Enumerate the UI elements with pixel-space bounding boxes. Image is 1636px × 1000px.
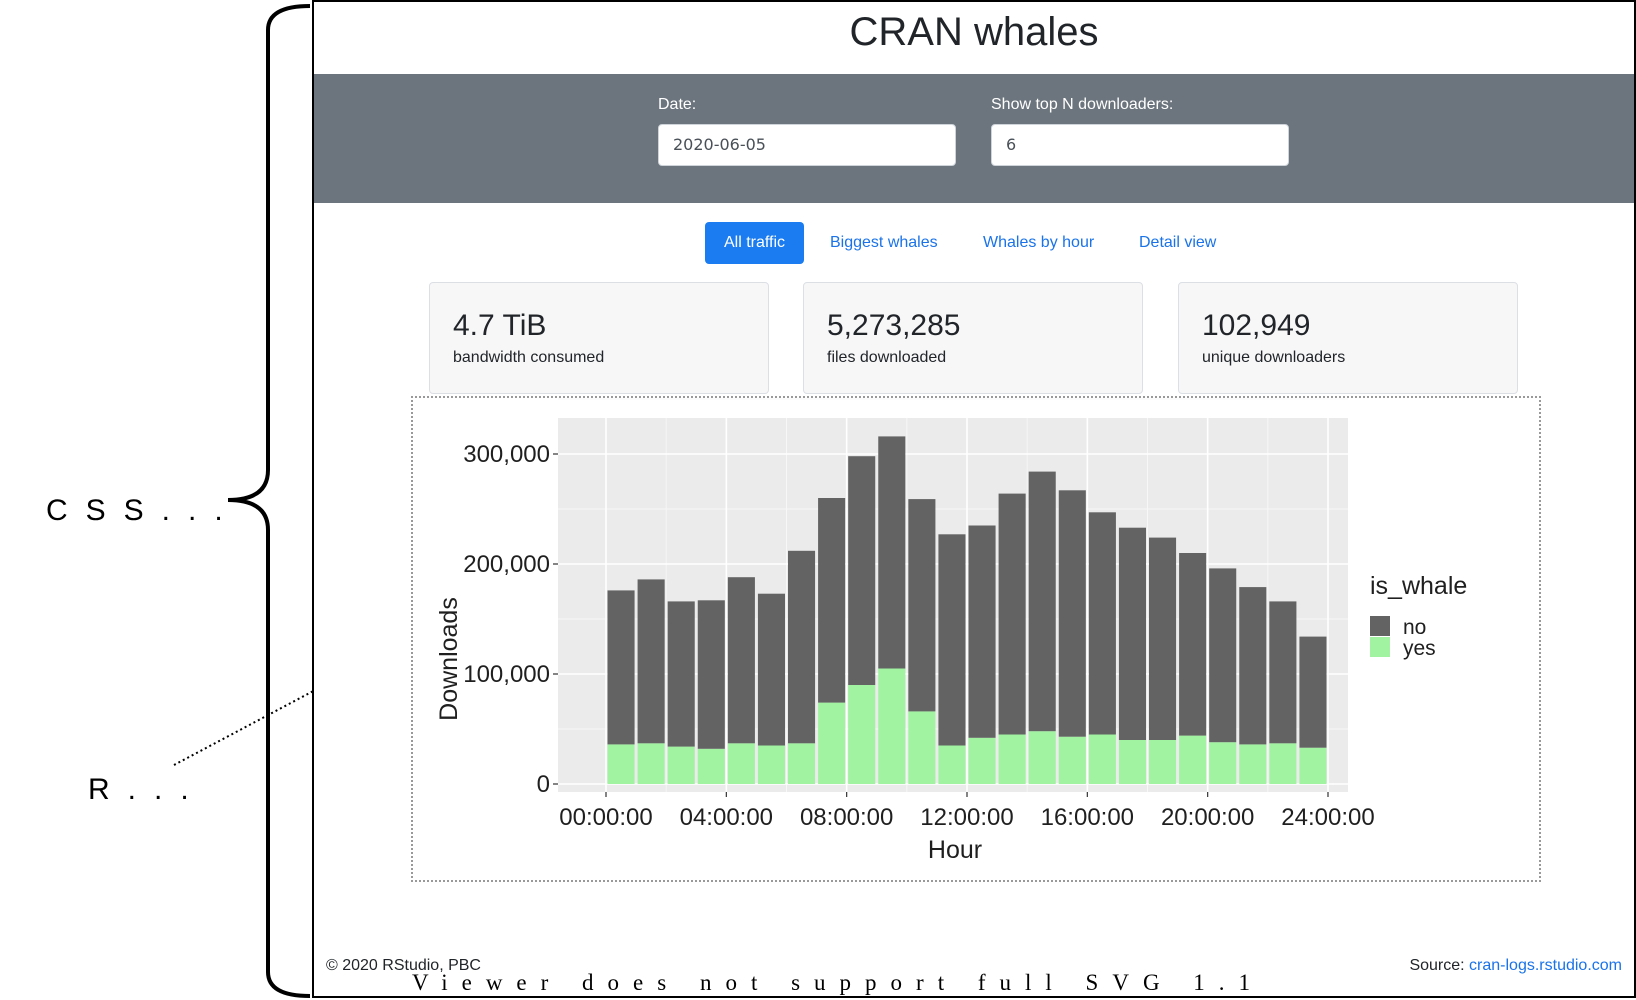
bar-yes xyxy=(1239,744,1267,784)
bar-no xyxy=(1179,553,1207,736)
legend-key-no xyxy=(1370,616,1390,636)
bar-no xyxy=(1118,527,1146,740)
bar-no xyxy=(1088,512,1116,735)
source-link[interactable]: cran-logs.rstudio.com xyxy=(1469,957,1622,974)
legend-label-yes: yes xyxy=(1403,637,1436,660)
bar-no xyxy=(1239,587,1267,745)
bar-yes xyxy=(968,737,996,784)
x-tick-label: 00:00:00 xyxy=(559,804,652,831)
bar-yes xyxy=(667,746,695,784)
bar-yes xyxy=(607,744,635,784)
app-window: CRAN whales Date: 2020-06-05 Show top N … xyxy=(312,0,1636,998)
r-annotation-label: R... xyxy=(88,773,207,806)
x-tick-label: 20:00:00 xyxy=(1161,804,1254,831)
bar-yes xyxy=(1088,734,1116,784)
bar-yes xyxy=(1209,742,1237,784)
bar-yes xyxy=(1028,731,1056,784)
x-tick-label: 12:00:00 xyxy=(920,804,1013,831)
downloads-by-hour-chart: 0 100,000 200,000 300,000 00:00:00 04:00:00 08… xyxy=(435,398,1467,864)
x-tick-label: 04:00:00 xyxy=(680,804,773,831)
y-tick-label: 200,000 xyxy=(463,551,550,578)
bar-no xyxy=(607,590,635,745)
bar-no xyxy=(878,436,906,669)
stat-card-downloaders: 102,949 unique downloaders xyxy=(1178,282,1518,394)
tab-all-traffic[interactable]: All traffic xyxy=(705,222,805,264)
x-axis-title: Hour xyxy=(928,836,982,864)
bar-no xyxy=(697,600,725,749)
tab-bar: All traffic Biggest whales Whales by hou… xyxy=(314,222,1634,264)
bar-no xyxy=(938,534,966,746)
x-tick-label: 24:00:00 xyxy=(1281,804,1374,831)
page-title: CRAN whales xyxy=(849,10,1099,54)
bar-yes xyxy=(1118,740,1146,784)
x-tick-label: 08:00:00 xyxy=(800,804,893,831)
bar-yes xyxy=(1058,736,1086,784)
tab-whales-by-hour[interactable]: Whales by hour xyxy=(964,222,1113,264)
y-tick-label: 300,000 xyxy=(463,441,550,468)
bar-yes xyxy=(1269,743,1297,784)
input-panel: Date: 2020-06-05 Show top N downloaders:… xyxy=(314,74,1634,203)
y-tick-label: 0 xyxy=(537,771,550,798)
bar-no xyxy=(757,593,785,746)
bar-no xyxy=(667,601,695,747)
bar-no xyxy=(818,498,846,703)
bar-no xyxy=(968,525,996,738)
stat-label: bandwidth consumed xyxy=(453,349,605,366)
bar-yes xyxy=(938,745,966,784)
plot-container: 0 100,000 200,000 300,000 00:00:00 04:00:00 08… xyxy=(411,396,1541,882)
bar-no xyxy=(1209,568,1237,743)
bar-yes xyxy=(1299,747,1327,784)
stat-label: unique downloaders xyxy=(1202,349,1346,366)
svg-support-warning: Viewer does not support full SVG 1.1 xyxy=(412,970,1265,995)
bar-yes xyxy=(637,743,665,784)
css-annotation-label: CSS... xyxy=(46,494,241,527)
stat-value: 4.7 TiB xyxy=(453,309,547,342)
bar-yes xyxy=(727,743,755,784)
bar-no xyxy=(908,499,936,712)
bar-no xyxy=(637,579,665,744)
tab-detail-view[interactable]: Detail view xyxy=(1120,222,1235,264)
bar-no xyxy=(727,577,755,744)
bar-no xyxy=(1058,490,1086,737)
stat-value: 102,949 xyxy=(1202,309,1311,342)
stat-card-bandwidth: 4.7 TiB bandwidth consumed xyxy=(429,282,769,394)
bar-yes xyxy=(757,745,785,784)
bar-no xyxy=(788,550,816,744)
tab-biggest-whales[interactable]: Biggest whales xyxy=(811,222,957,264)
bar-yes xyxy=(818,702,846,784)
legend-key-yes xyxy=(1370,637,1390,657)
bar-yes xyxy=(788,743,816,784)
stat-card-files: 5,273,285 files downloaded xyxy=(803,282,1143,394)
legend-title: is_whale xyxy=(1370,572,1467,600)
x-tick-label: 16:00:00 xyxy=(1041,804,1134,831)
stat-value: 5,273,285 xyxy=(827,309,961,342)
bar-no xyxy=(1299,636,1327,748)
bar-yes xyxy=(697,748,725,784)
topn-label: Show top N downloaders: xyxy=(991,96,1174,113)
bar-no xyxy=(998,493,1026,735)
bar-yes xyxy=(848,685,876,784)
y-tick-label: 100,000 xyxy=(463,661,550,688)
bar-yes xyxy=(1149,740,1177,784)
bar-no xyxy=(1028,471,1056,732)
source-credit: Source: cran-logs.rstudio.com xyxy=(1409,957,1622,975)
bar-yes xyxy=(998,734,1026,784)
legend-label-no: no xyxy=(1403,616,1426,639)
topn-input[interactable]: 6 xyxy=(991,124,1289,166)
bar-yes xyxy=(878,668,906,784)
bar-no xyxy=(1269,601,1297,744)
date-label: Date: xyxy=(658,96,697,113)
source-label: Source: xyxy=(1409,957,1465,974)
date-input[interactable]: 2020-06-05 xyxy=(658,124,956,166)
stat-label: files downloaded xyxy=(827,349,947,366)
y-axis-title: Downloads xyxy=(435,597,463,721)
bar-no xyxy=(848,456,876,685)
bar-no xyxy=(1149,537,1177,740)
bar-yes xyxy=(1179,735,1207,784)
bar-yes xyxy=(908,711,936,784)
